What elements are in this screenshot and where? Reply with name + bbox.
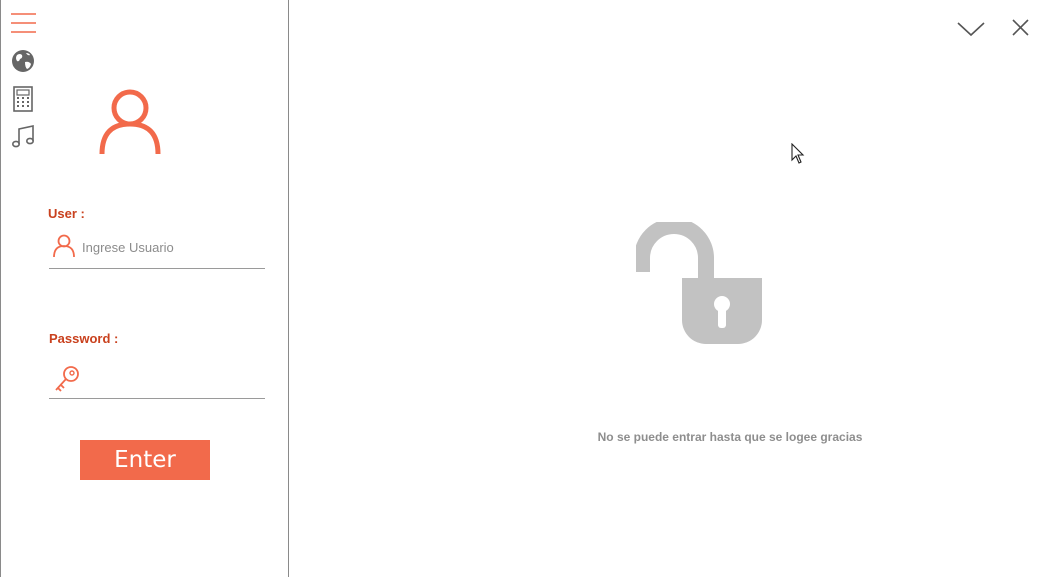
calculator-icon[interactable] — [11, 86, 37, 112]
key-icon — [53, 364, 81, 399]
password-label: Password : — [49, 331, 119, 346]
enter-button[interactable]: Enter — [80, 440, 210, 480]
user-icon — [53, 234, 75, 263]
password-input[interactable] — [82, 365, 257, 389]
close-icon[interactable] — [1006, 14, 1036, 44]
mouse-cursor-icon — [791, 142, 807, 170]
sidebar: User : Password : Enter — [0, 0, 289, 577]
user-label: User : — [48, 206, 85, 221]
globe-icon[interactable] — [11, 49, 37, 75]
login-required-message: No se puede entrar hasta que se logee gr… — [597, 430, 863, 444]
password-field — [49, 358, 265, 399]
hamburger-menu-icon[interactable] — [11, 10, 37, 36]
music-note-icon[interactable] — [11, 124, 37, 150]
user-input[interactable] — [82, 235, 257, 259]
user-field — [49, 228, 265, 269]
unlocked-padlock-icon — [634, 218, 768, 350]
chevron-down-icon[interactable] — [956, 14, 986, 44]
user-avatar-icon — [98, 88, 162, 158]
